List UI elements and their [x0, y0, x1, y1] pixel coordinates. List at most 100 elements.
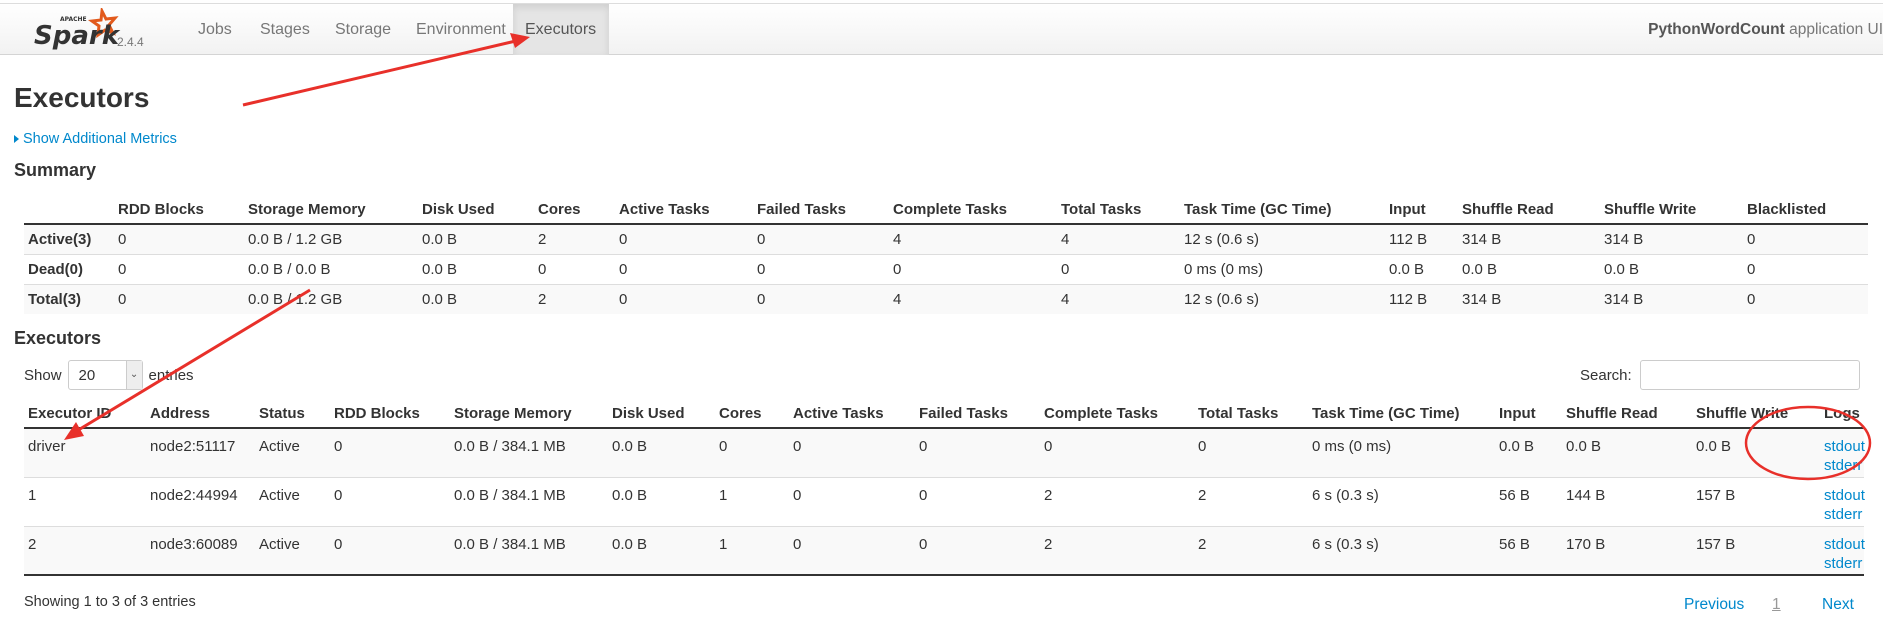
- summary-cell: 314 B: [1600, 284, 1743, 314]
- summary-cell: 314 B: [1600, 223, 1743, 255]
- executor-cell: 0.0 B: [1495, 427, 1562, 477]
- executors-heading: Executors: [14, 328, 102, 348]
- show-additional-metrics-toggle[interactable]: Show Additional Metrics: [14, 131, 177, 147]
- summary-cell: 0.0 B: [418, 223, 534, 255]
- page-size-value: 20: [78, 366, 96, 384]
- search-label: Search:: [1580, 366, 1632, 384]
- executor-cell: 0.0 B: [608, 427, 715, 477]
- executor-cell: 1: [715, 476, 789, 526]
- executor-cell: Active: [255, 427, 330, 477]
- show-label: Show: [24, 366, 62, 384]
- stdout-link[interactable]: stdout: [1824, 535, 1865, 554]
- executors-col-header[interactable]: Cores: [715, 400, 789, 429]
- next-page-button[interactable]: Next: [1822, 596, 1854, 614]
- page-size-control: Show 20 ⌄ entries: [24, 360, 194, 390]
- logs-cell: stdout stderr: [1820, 476, 1865, 526]
- summary-cell: 0: [1743, 284, 1868, 314]
- page-1-button[interactable]: 1: [1772, 596, 1781, 614]
- previous-page-button[interactable]: Previous: [1684, 596, 1744, 614]
- summary-cell: 0: [534, 254, 615, 285]
- executors-col-header[interactable]: Failed Tasks: [915, 400, 1040, 429]
- table-info: Showing 1 to 3 of 3 entries: [24, 594, 196, 610]
- executors-col-header[interactable]: RDD Blocks: [330, 400, 450, 429]
- tab-stages[interactable]: Stages: [248, 4, 322, 55]
- executor-cell: 0 ms (0 ms): [1308, 427, 1495, 477]
- executors-col-header[interactable]: Complete Tasks: [1040, 400, 1194, 429]
- tab-executors[interactable]: Executors: [513, 4, 609, 55]
- chevron-down-icon: ⌄: [125, 361, 142, 389]
- summary-table: RDD Blocks Storage Memory Disk Used Cores Ac…: [24, 196, 1868, 314]
- summary-cell: 314 B: [1458, 284, 1600, 314]
- summary-col-header: [24, 196, 114, 225]
- executor-cell: node2:51117: [146, 427, 255, 477]
- logs-cell: stdout stderr: [1820, 427, 1865, 477]
- stderr-link[interactable]: stderr: [1824, 505, 1862, 524]
- summary-cell: 314 B: [1458, 223, 1600, 255]
- executors-col-header[interactable]: Disk Used: [608, 400, 715, 429]
- tab-jobs[interactable]: Jobs: [186, 4, 244, 55]
- executors-col-header[interactable]: Input: [1495, 400, 1562, 429]
- executors-col-header[interactable]: Storage Memory: [450, 400, 608, 429]
- executor-cell: 0: [330, 525, 450, 576]
- summary-cell: 112 B: [1385, 284, 1458, 314]
- executor-cell: 56 B: [1495, 476, 1562, 526]
- svg-text:Spark: Spark: [34, 21, 121, 51]
- executors-col-header[interactable]: Shuffle Write: [1692, 400, 1820, 429]
- executor-cell: 0.0 B: [608, 525, 715, 576]
- summary-cell: 12 s (0.6 s): [1180, 284, 1385, 314]
- stderr-link[interactable]: stderr: [1824, 554, 1862, 573]
- stderr-link[interactable]: stderr: [1824, 456, 1862, 475]
- summary-row: Dead(0) 0 0.0 B / 0.0 B 0.0 B000000 ms (0 m…: [24, 254, 1868, 285]
- executor-cell: node3:60089: [146, 525, 255, 576]
- summary-col-header: Shuffle Write: [1600, 196, 1743, 225]
- page-size-select[interactable]: 20 ⌄: [67, 360, 143, 390]
- executors-col-header[interactable]: Total Tasks: [1194, 400, 1308, 429]
- summary-col-header: Input: [1385, 196, 1458, 225]
- stdout-link[interactable]: stdout: [1824, 486, 1865, 505]
- summary-header-row: RDD Blocks Storage Memory Disk Used Cores Ac…: [24, 196, 1868, 225]
- executor-cell: 1: [715, 525, 789, 576]
- entries-label: entries: [148, 366, 194, 384]
- search-input[interactable]: [1639, 360, 1860, 390]
- executor-cell: 0: [789, 525, 915, 576]
- executor-cell: 0: [1040, 427, 1194, 477]
- executors-col-header[interactable]: Shuffle Read: [1562, 400, 1692, 429]
- tab-storage[interactable]: Storage: [323, 4, 403, 55]
- summary-cell: 0: [615, 254, 753, 285]
- executors-col-header[interactable]: Executor ID: [24, 400, 146, 429]
- summary-cell: 0: [889, 254, 1057, 285]
- executor-cell: 2: [1194, 476, 1308, 526]
- summary-row: Active(3) 0 0.0 B / 1.2 GB 0.0 B 2 0 0 4 4 12 s (…: [24, 223, 1868, 255]
- executor-row: 2 node3:60089 Active 0 0.0 B / 384.1 MB 0.0 B…: [24, 525, 1865, 576]
- summary-cell: 0.0 B: [1385, 254, 1458, 285]
- logs-cell: stdout stderr: [1820, 525, 1865, 576]
- executor-cell: 0: [915, 525, 1040, 576]
- stdout-link[interactable]: stdout: [1824, 437, 1865, 456]
- summary-cell: 0.0 B: [418, 284, 534, 314]
- executor-cell: 2: [1040, 476, 1194, 526]
- executor-cell: 157 B: [1692, 476, 1820, 526]
- page-title: Executors: [14, 82, 150, 113]
- summary-cell: 0 ms (0 ms): [1180, 254, 1385, 285]
- executor-cell: 0.0 B / 384.1 MB: [450, 476, 608, 526]
- summary-col-header: Task Time (GC Time): [1180, 196, 1385, 225]
- executor-cell: node2:44994: [146, 476, 255, 526]
- summary-cell: 0: [753, 284, 889, 314]
- summary-cell: 0: [615, 223, 753, 255]
- summary-cell: 0: [1743, 254, 1868, 285]
- executors-col-header[interactable]: Address: [146, 400, 255, 429]
- executors-col-header[interactable]: Status: [255, 400, 330, 429]
- summary-cell: 0.0 B: [418, 254, 534, 285]
- summary-cell: 0.0 B / 1.2 GB: [244, 284, 418, 314]
- executors-col-header[interactable]: Task Time (GC Time): [1308, 400, 1495, 429]
- executor-cell: 0.0 B / 384.1 MB: [450, 427, 608, 477]
- executors-col-header[interactable]: Active Tasks: [789, 400, 915, 429]
- executor-cell: 56 B: [1495, 525, 1562, 576]
- summary-cell: 0: [753, 254, 889, 285]
- tab-environment[interactable]: Environment: [404, 4, 518, 55]
- executor-cell: 0: [330, 427, 450, 477]
- summary-cell: 0: [1057, 254, 1180, 285]
- executors-col-header[interactable]: Logs: [1820, 400, 1864, 429]
- summary-row: Total(3) 0 0.0 B / 1.2 GB 0.0 B 2 0 0 4 4 12 s (0…: [24, 284, 1868, 314]
- executor-cell: 2: [24, 525, 146, 576]
